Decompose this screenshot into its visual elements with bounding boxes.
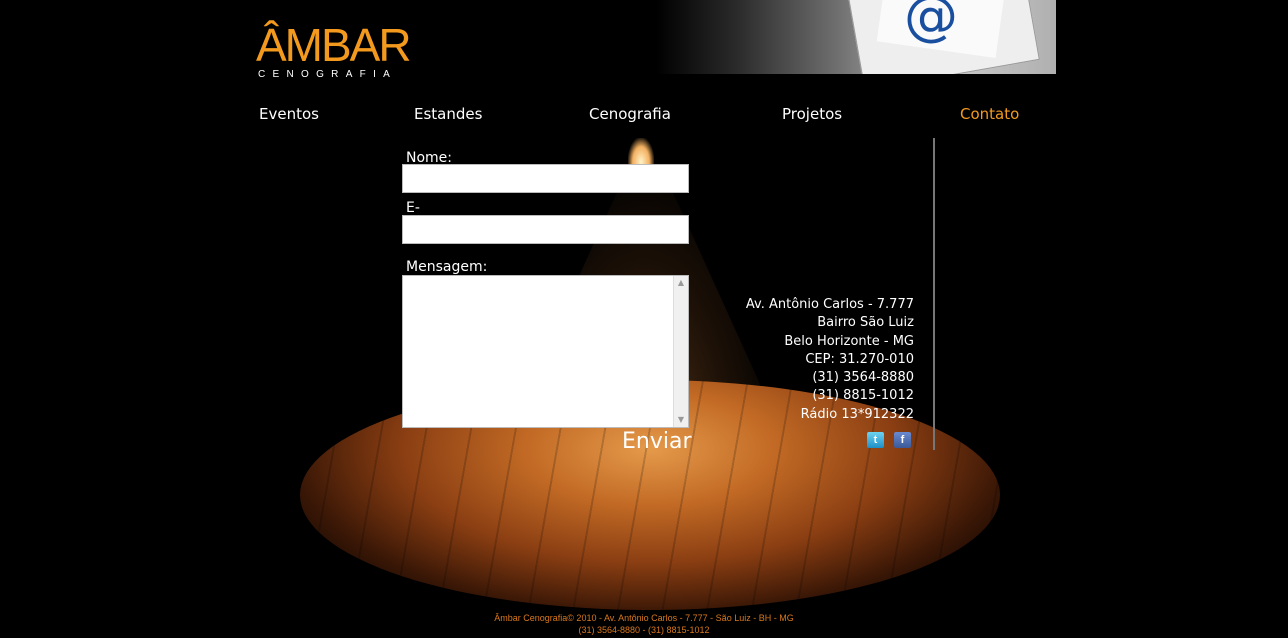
logo[interactable]: ÂMBAR CENOGRAFIA [256, 18, 446, 84]
email-input[interactable] [402, 215, 689, 244]
address-cep: CEP: 31.270-010 [805, 351, 914, 367]
footer: Âmbar Cenografia© 2010 - Av. Antônio Car… [0, 612, 1288, 636]
scroll-down-icon[interactable]: ▼ [675, 414, 687, 426]
header-image: @ [656, 0, 1056, 74]
logo-main-text: ÂMBAR [256, 19, 412, 71]
footer-line-2: (31) 3564-8880 - (31) 8815-1012 [578, 625, 710, 635]
footer-line-1: Âmbar Cenografia© 2010 - Av. Antônio Car… [494, 613, 794, 623]
nav-item-estandes[interactable]: Estandes [414, 104, 482, 124]
nav-item-eventos[interactable]: Eventos [259, 104, 319, 124]
nav-item-contato[interactable]: Contato [960, 104, 1019, 124]
address-block: Av. Antônio Carlos - 7.777 Bairro São Lu… [746, 296, 914, 424]
address-city: Belo Horizonte - MG [784, 333, 914, 349]
message-textarea[interactable]: ▲ ▼ [402, 275, 689, 428]
nav-item-projetos[interactable]: Projetos [782, 104, 842, 124]
send-button[interactable]: Enviar [622, 428, 692, 456]
logo-subtitle: CENOGRAFIA [258, 69, 398, 80]
twitter-icon[interactable]: t [867, 432, 884, 448]
facebook-letter: f [900, 434, 905, 446]
scroll-up-icon[interactable]: ▲ [675, 277, 687, 289]
page: ÂMBAR CENOGRAFIA @ Eventos Estandes Ceno… [0, 0, 1288, 638]
address-radio: Rádio 13*912322 [800, 406, 914, 422]
address-district: Bairro São Luiz [817, 315, 914, 331]
vertical-divider [933, 138, 935, 450]
facebook-icon[interactable]: f [894, 432, 911, 448]
main-nav: Eventos Estandes Cenografia Projetos Con… [0, 100, 1288, 128]
at-sign-icon: @ [904, 0, 958, 47]
address-street: Av. Antônio Carlos - 7.777 [745, 297, 914, 312]
name-input[interactable] [402, 164, 689, 193]
twitter-letter: t [873, 434, 878, 446]
message-label: Mensagem: [406, 259, 488, 275]
nav-item-cenografia[interactable]: Cenografia [589, 104, 671, 124]
address-phone-1: (31) 3564-8880 [812, 370, 914, 386]
address-phone-2: (31) 8815-1012 [812, 388, 914, 404]
message-scrollbar[interactable]: ▲ ▼ [673, 276, 688, 427]
